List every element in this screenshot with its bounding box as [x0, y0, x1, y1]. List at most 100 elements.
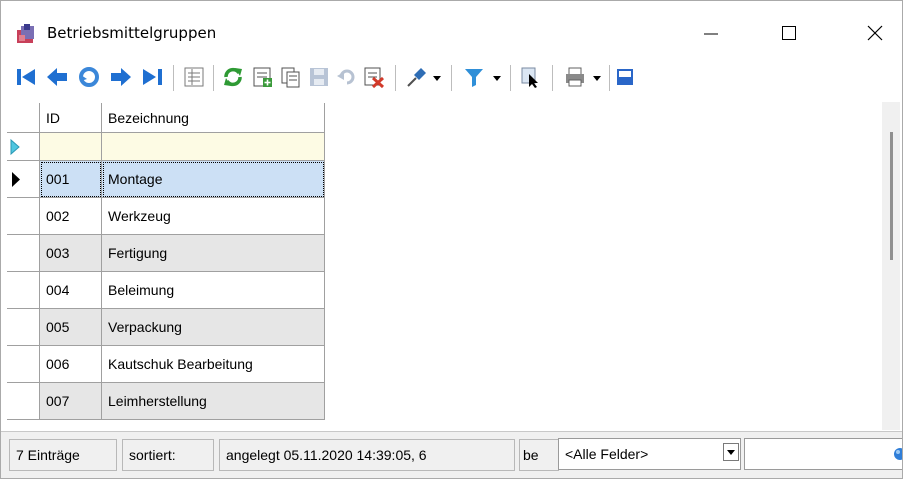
table-row[interactable]: 001 Montage [7, 161, 325, 198]
toolbar-separator [173, 65, 174, 91]
select-cursor-button[interactable] [517, 62, 543, 92]
search-go-icon [894, 448, 902, 460]
table-row[interactable]: 005 Verpackung [7, 309, 325, 346]
pin-icon [407, 68, 426, 87]
table-row[interactable]: 006 Kautschuk Bearbeitung [7, 346, 325, 383]
status-bar: 7 Einträge sortiert: angelegt 05.11.2020… [1, 431, 902, 478]
list-view-button[interactable] [181, 62, 207, 92]
filter-icon [465, 69, 483, 87]
id-cell[interactable]: 001 [40, 161, 102, 198]
print-dropdown-icon [593, 76, 601, 81]
filter-button[interactable] [461, 62, 487, 92]
id-cell[interactable]: 004 [40, 272, 102, 309]
created-info: angelegt 05.11.2020 14:39:05, 6 [219, 439, 515, 471]
new-row-name-cell[interactable] [102, 133, 325, 161]
reload-icon [224, 67, 242, 87]
toolbar [1, 53, 902, 101]
window: Betriebsmittelgruppen ID Bezeichnung 001… [0, 0, 903, 479]
table-row[interactable]: 004 Beleimung [7, 272, 325, 309]
copy-record-button[interactable] [278, 62, 304, 92]
field-select-dropdown-button[interactable] [723, 443, 739, 461]
name-cell[interactable]: Kautschuk Bearbeitung [102, 346, 325, 383]
name-cell[interactable]: Montage [102, 161, 325, 198]
minimize-icon [704, 33, 718, 35]
id-cell[interactable]: 007 [40, 383, 102, 420]
select-cursor-icon [521, 67, 538, 88]
chevron-down-icon [727, 450, 735, 455]
pin-button[interactable] [403, 62, 429, 92]
print-icon [566, 67, 584, 87]
vertical-scrollbar[interactable] [882, 102, 900, 430]
sort-status: sortiert: [122, 439, 214, 471]
print-dropdown-button[interactable] [591, 62, 603, 92]
current-row-indicator-icon [12, 172, 20, 187]
undo-button[interactable] [333, 62, 359, 92]
pin-dropdown-icon [433, 76, 441, 81]
app-icon [15, 23, 37, 45]
search-input[interactable] [744, 438, 902, 470]
previous-record-button[interactable] [44, 62, 70, 92]
name-cell[interactable]: Verpackung [102, 309, 325, 346]
maximize-icon [782, 26, 796, 40]
field-select[interactable]: <Alle Felder> [558, 438, 741, 470]
new-record-icon [253, 67, 272, 87]
print-button[interactable] [561, 62, 589, 92]
row-indicator [7, 309, 40, 346]
refresh-cycle-button[interactable] [76, 62, 102, 92]
row-indicator [7, 133, 40, 161]
name-cell[interactable]: Beleimung [102, 272, 325, 309]
previous-record-icon [47, 68, 67, 86]
toolbar-separator [395, 65, 396, 91]
record-count: 7 Einträge [9, 439, 117, 471]
column-header-bezeichnung[interactable]: Bezeichnung [102, 103, 325, 133]
table-row[interactable]: 007 Leimherstellung [7, 383, 325, 420]
delete-icon [364, 67, 385, 89]
undo-icon [337, 69, 355, 85]
next-record-icon [111, 68, 131, 86]
extra-button[interactable] [615, 62, 633, 92]
name-cell[interactable]: Leimherstellung [102, 383, 325, 420]
indicator-header [7, 103, 40, 133]
delete-button[interactable] [361, 62, 387, 92]
table-row[interactable]: 003 Fertigung [7, 235, 325, 272]
first-record-icon [17, 69, 35, 85]
name-cell[interactable]: Fertigung [102, 235, 325, 272]
maximize-button[interactable] [766, 15, 812, 51]
toolbar-separator [510, 65, 511, 91]
close-button[interactable] [852, 15, 898, 51]
toolbar-separator [609, 65, 610, 91]
toolbar-separator [213, 65, 214, 91]
search-prefix: be [519, 439, 559, 471]
window-title: Betriebsmittelgruppen [47, 24, 217, 42]
save-button[interactable] [306, 62, 332, 92]
new-row[interactable] [7, 133, 325, 161]
toolbar-separator [552, 65, 553, 91]
id-cell[interactable]: 003 [40, 235, 102, 272]
new-row-id-cell[interactable] [40, 133, 102, 161]
name-cell[interactable]: Werkzeug [102, 198, 325, 235]
close-icon [867, 25, 883, 41]
row-indicator [7, 346, 40, 383]
pin-dropdown-button[interactable] [431, 62, 443, 92]
column-header-id[interactable]: ID [40, 103, 102, 133]
table-row[interactable]: 002 Werkzeug [7, 198, 325, 235]
id-cell[interactable]: 002 [40, 198, 102, 235]
reload-button[interactable] [220, 62, 246, 92]
scrollbar-thumb[interactable] [890, 132, 893, 260]
first-record-button[interactable] [13, 62, 39, 92]
id-cell[interactable]: 006 [40, 346, 102, 383]
save-icon [310, 68, 328, 86]
title-bar[interactable]: Betriebsmittelgruppen [1, 1, 902, 51]
id-cell[interactable]: 005 [40, 309, 102, 346]
row-indicator [7, 161, 40, 198]
minimize-button[interactable] [688, 15, 734, 51]
next-record-button[interactable] [108, 62, 134, 92]
filter-dropdown-button[interactable] [491, 62, 503, 92]
last-record-button[interactable] [138, 62, 166, 92]
copy-record-icon [281, 67, 300, 88]
row-indicator [7, 272, 40, 309]
extra-icon [617, 69, 633, 85]
toolbar-separator [451, 65, 452, 91]
refresh-cycle-icon [79, 67, 99, 87]
new-record-button[interactable] [250, 62, 276, 92]
